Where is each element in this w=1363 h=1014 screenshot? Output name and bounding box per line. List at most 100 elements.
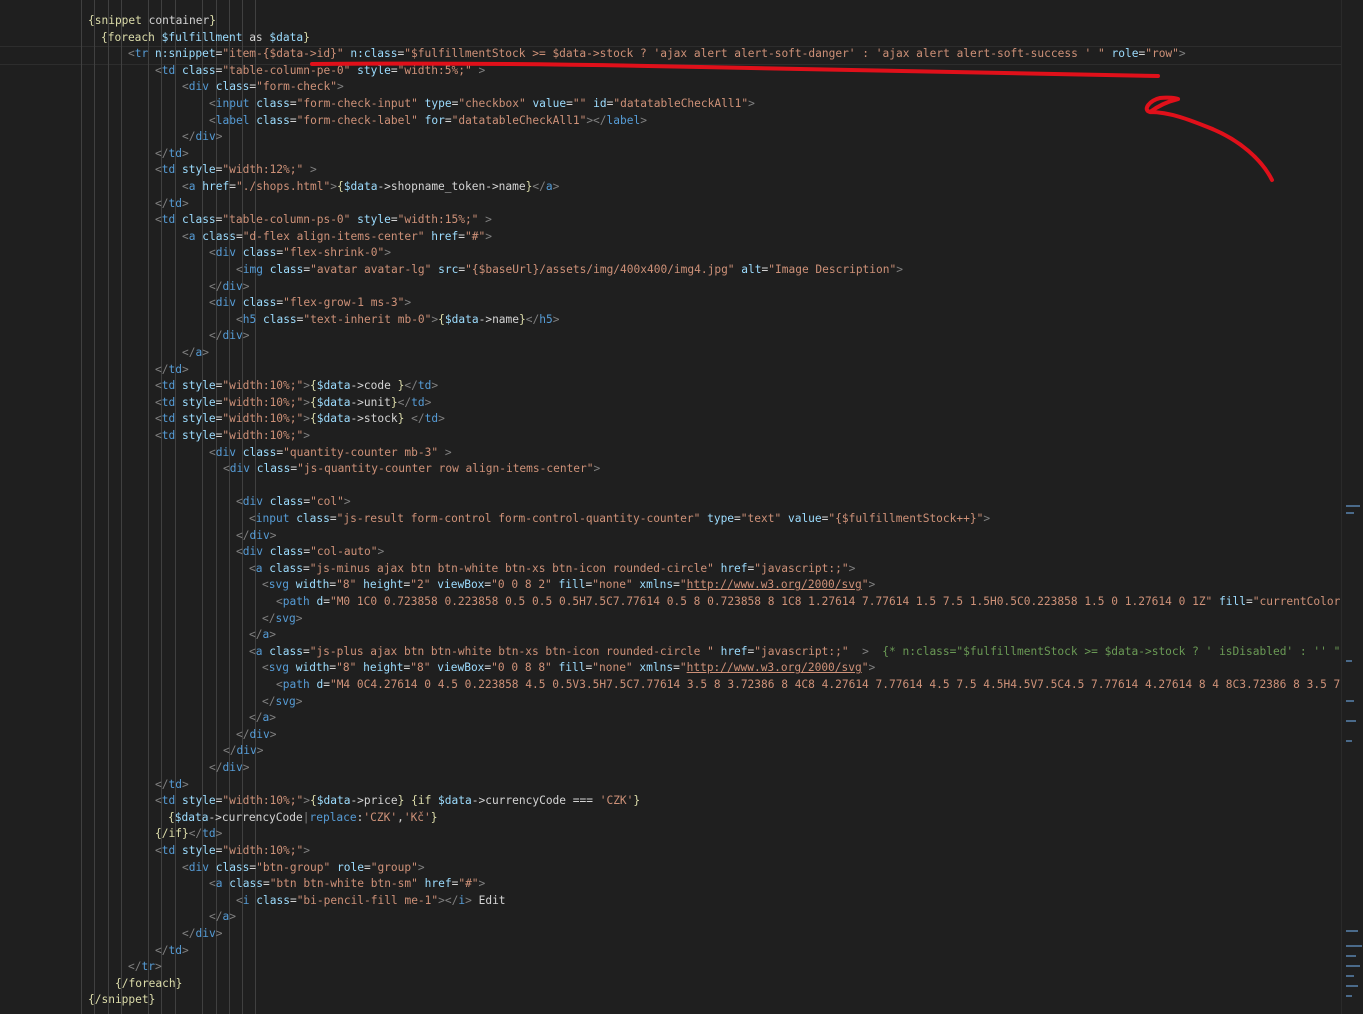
code-token: td: [202, 827, 216, 841]
code-token: >: [640, 113, 647, 127]
code-line[interactable]: <a href="./shops.html">{$data->shopname_…: [182, 179, 559, 196]
code-line[interactable]: </td>: [155, 362, 189, 379]
code-token: <: [276, 678, 283, 691]
code-line[interactable]: <i class="bi-pencil-fill me-1"></i> Edit: [236, 893, 506, 910]
code-line[interactable]: </div>: [236, 528, 276, 545]
minimap[interactable]: [1341, 0, 1363, 1014]
code-line[interactable]: {/foreach}: [115, 976, 182, 993]
code-token: td: [161, 63, 176, 77]
code-line[interactable]: </tr>: [128, 959, 162, 976]
code-line[interactable]: {$data->currencyCode|replace:'CZK','Kč'}: [168, 810, 438, 827]
code-line[interactable]: <a class="js-minus ajax btn btn-white bt…: [249, 561, 855, 578]
code-token: http://www.w3.org/2000/svg: [686, 661, 862, 675]
code-token: <: [182, 80, 189, 94]
code-line[interactable]: <img class="avatar avatar-lg" src="{$bas…: [236, 262, 903, 279]
code-line[interactable]: <td style="width:10%;">: [155, 428, 310, 445]
code-line[interactable]: </td>: [155, 943, 189, 960]
code-token: label: [215, 113, 250, 127]
code-token: =: [235, 229, 243, 243]
code-line[interactable]: <path d="M4 0C4.27614 0 4.5 0.223858 4.5…: [276, 677, 1341, 694]
code-line[interactable]: <div class="flex-grow-1 ms-3">: [209, 295, 411, 312]
code-line[interactable]: <div class="btn-group" role="group">: [182, 860, 425, 877]
code-line[interactable]: <td style="width:10%;">{$data->code }</t…: [155, 378, 438, 395]
code-token: a: [255, 561, 263, 575]
code-line[interactable]: <a class="d-flex align-items-center" hre…: [182, 229, 492, 246]
code-line[interactable]: <svg width="8" height="2" viewBox="0 0 8…: [262, 577, 875, 594]
code-line[interactable]: </svg>: [262, 611, 302, 628]
code-line[interactable]: <td style="width:10%;">{$data->unit}</td…: [155, 395, 431, 412]
code-line[interactable]: <td style="width:10%;">{$data->stock} </…: [155, 411, 445, 428]
code-line[interactable]: <div class="form-check">: [182, 79, 344, 96]
code-editor[interactable]: {snippet container} {foreach $fulfillment…: [0, 0, 1341, 1014]
code-line[interactable]: <td class="table-column-pe-0" style="wid…: [155, 63, 485, 80]
code-token: class: [215, 80, 250, 94]
code-line[interactable]: <label class="form-check-label" for="dat…: [209, 113, 647, 130]
code-line[interactable]: </div>: [209, 760, 249, 777]
code-token: style: [357, 213, 391, 227]
code-line[interactable]: <div class="quantity-counter mb-3" >: [209, 445, 452, 462]
code-token: style: [181, 412, 216, 426]
code-line[interactable]: <input class="form-check-input" type="ch…: [209, 96, 755, 113]
code-line[interactable]: </a>: [249, 627, 276, 644]
code-line[interactable]: {snippet container}: [88, 13, 216, 30]
code-line[interactable]: <h5 class="text-inherit mb-0">{$data->na…: [236, 312, 559, 329]
code-line[interactable]: </div>: [236, 727, 276, 744]
minimap-mark: [1346, 995, 1352, 997]
code-line[interactable]: {/snippet}: [88, 992, 155, 1009]
code-line[interactable]: {/if}</td>: [155, 826, 222, 843]
code-line[interactable]: <div class="js-quantity-counter row alig…: [223, 461, 600, 478]
code-line[interactable]: </div>: [182, 129, 222, 146]
code-line[interactable]: </a>: [209, 909, 236, 926]
code-line[interactable]: <a class="btn btn-white btn-sm" href="#"…: [209, 876, 485, 893]
code-line[interactable]: <td class="table-column-ps-0" style="wid…: [155, 212, 492, 229]
code-line[interactable]: <tr n:snippet="item-{$data->id}" n:class…: [128, 46, 1186, 63]
code-line[interactable]: <div class="col-auto">: [236, 544, 384, 561]
code-line[interactable]: <a class="js-plus ajax btn btn-white btn…: [249, 644, 1340, 661]
code-line[interactable]: {foreach $fulfillment as $data}: [101, 30, 310, 47]
code-line[interactable]: <path d="M0 1C0 0.723858 0.223858 0.5 0.…: [276, 594, 1341, 611]
code-token: "col": [310, 495, 344, 509]
code-token: div: [188, 860, 209, 874]
code-line[interactable]: <div class="col">: [236, 494, 351, 511]
code-token: "javascript:;": [754, 644, 849, 658]
code-token: class: [256, 893, 290, 907]
code-token: tr: [134, 47, 149, 61]
code-token: xmlns: [639, 578, 674, 592]
code-token: }: [519, 312, 526, 326]
code-line[interactable]: </div>: [223, 743, 263, 760]
code-line[interactable]: </svg>: [262, 694, 302, 711]
code-line[interactable]: </td>: [155, 777, 189, 794]
code-line[interactable]: <td style="width:10%;">: [155, 843, 310, 860]
code-line[interactable]: <td style="width:12%;" >: [155, 162, 317, 179]
code-line[interactable]: <svg width="8" height="8" viewBox="0 0 8…: [262, 660, 875, 677]
code-token: a: [255, 644, 263, 658]
code-token: class: [262, 312, 297, 326]
code-line[interactable]: </div>: [209, 279, 249, 296]
code-line[interactable]: <div class="flex-shrink-0">: [209, 245, 391, 262]
code-token: "width:10%;": [222, 412, 304, 426]
code-token: >: [310, 163, 317, 177]
code-token: div: [195, 927, 216, 940]
code-line[interactable]: </td>: [155, 146, 189, 163]
code-token: >: [269, 727, 277, 741]
code-line[interactable]: </a>: [249, 710, 276, 727]
code-token: "avatar avatar-lg": [310, 263, 432, 276]
code-token: div: [236, 744, 257, 758]
code-token: >: [478, 877, 486, 891]
code-line[interactable]: </div>: [209, 328, 249, 345]
code-line[interactable]: </div>: [182, 926, 222, 943]
code-line[interactable]: <td style="width:10%;">{$data->price} {i…: [155, 793, 640, 810]
code-token: <: [155, 63, 162, 77]
code-token: >: [202, 346, 209, 359]
code-line[interactable]: </td>: [155, 196, 189, 213]
code-token: >: [868, 578, 876, 592]
code-token: <: [209, 246, 216, 260]
code-token: </: [223, 744, 237, 758]
code-line[interactable]: </a>: [182, 345, 209, 362]
code-line[interactable]: <input class="js-result form-control for…: [249, 511, 990, 528]
code-token: "table-column-ps-0": [222, 213, 351, 227]
